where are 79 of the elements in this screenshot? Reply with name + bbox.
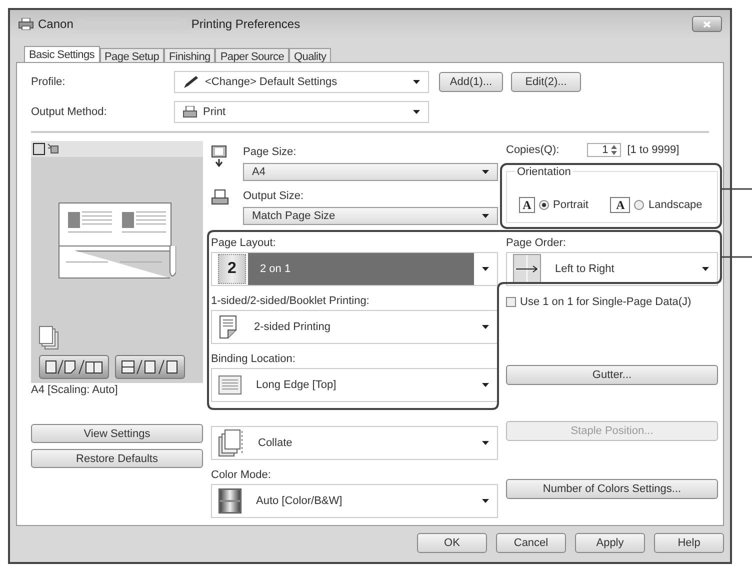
page-count-icon: 2 [218,254,246,284]
range-text: [1 to 9999] [627,144,680,156]
dialog-button[interactable]: Cancel [496,533,566,553]
dropdown[interactable]: 2 2 on 1 [211,252,498,286]
page-size-icon [211,145,227,167]
option-button[interactable]: Gutter... [506,365,718,385]
field-label: 1-sided/2-sided/Booklet Printing: [211,294,370,308]
field-label: Output Size: [243,189,305,203]
caret-icon [482,441,489,445]
field-label: Output Method: [31,106,108,118]
printer-icon [18,18,34,30]
color-gradient-icon [218,488,242,514]
option-button[interactable]: Number of Colors Settings... [506,479,718,499]
radio-button[interactable] [539,200,549,210]
tab[interactable]: Paper Source [215,48,290,62]
caret-icon [482,214,489,218]
page-view-icon[interactable] [33,143,45,155]
preview-caption: A4 [Scaling: Auto] [31,384,119,398]
settings-button[interactable]: View Settings [31,424,203,443]
field-label: Color Mode: [211,468,272,482]
tab[interactable]: Quality [289,48,332,62]
radio-label[interactable]: Portrait [553,199,588,211]
window-title: Printing Preferences [191,17,300,31]
dialog-button[interactable]: OK [417,533,487,553]
orientation-icon: A [610,197,630,213]
group-title: Orientation [515,166,573,178]
printer-icon [183,106,197,118]
caret-icon [413,110,420,114]
output-method-dropdown[interactable]: Print [174,101,429,123]
profile-button[interactable]: Add(1)... [439,72,503,92]
caret-icon [413,80,420,84]
dropdown[interactable]: 2-sided Printing [211,310,498,344]
dropdown[interactable]: Auto [Color/B&W] [211,484,498,518]
dropdown[interactable]: Long Edge [Top] [211,368,498,402]
copies-spinbox[interactable]: 1 [587,143,622,157]
checkbox-label[interactable]: Use 1 on 1 for Single-Page Data(J) [520,296,692,308]
dropdown[interactable]: Collate [211,426,498,460]
orientation-icon: A [519,197,535,213]
field-label: Binding Location: [211,352,296,366]
collated-pages-icon [218,429,244,457]
field-label: Page Layout: [211,236,277,250]
caret-icon [482,170,489,174]
caret-icon [482,325,489,329]
spinner-icon [610,144,618,156]
printer-view-icon[interactable] [47,143,59,155]
field-label: Profile: [31,76,66,88]
page-lines-icon [218,375,242,395]
radio-label[interactable]: Landscape [648,199,702,211]
tab[interactable]: Finishing [164,48,216,62]
caret-icon [482,267,489,271]
profile-dropdown[interactable]: <Change> Default Settings [174,71,429,93]
field-label: Page Order: [506,236,567,250]
caret-icon [482,499,489,503]
caret-icon [482,383,489,387]
pages-stack-icon [39,326,59,350]
page-types-icon [44,359,104,375]
caret-icon [702,267,709,271]
dialog-button[interactable]: Help [654,533,724,553]
output-size-dropdown[interactable]: Match Page Size [243,207,498,225]
page-order-dropdown[interactable]: Left to Right [506,252,718,286]
page-size-dropdown[interactable]: A4 [243,163,498,181]
radio-button[interactable] [634,200,644,210]
tab[interactable]: Basic Settings [24,46,100,63]
checkbox[interactable] [506,297,516,307]
dialog-button[interactable]: Apply [575,533,645,553]
window-title: Canon [38,17,74,31]
page-order-icon [513,254,541,284]
close-button[interactable] [692,16,722,32]
output-size-icon [211,189,229,205]
tab[interactable]: Page Setup [100,48,164,62]
close-icon [703,20,711,28]
page-types-icon [120,359,180,375]
settings-button[interactable]: Restore Defaults [31,449,203,468]
field-label: Page Size: [243,145,298,159]
print-mode-button[interactable] [39,355,109,379]
pen-icon [183,75,199,89]
field-label: Copies(Q): [506,144,560,156]
profile-button[interactable]: Edit(2)... [511,72,581,92]
binding-mode-button[interactable] [115,355,185,379]
